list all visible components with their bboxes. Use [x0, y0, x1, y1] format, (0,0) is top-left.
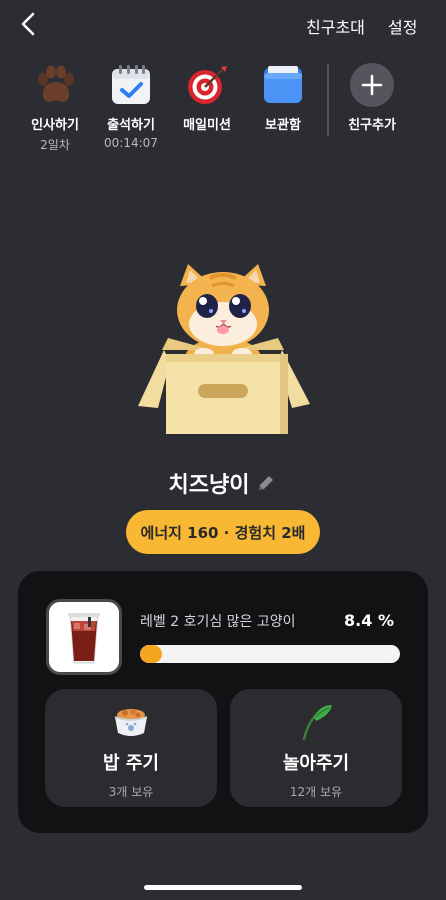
play-count: 12개 보유: [289, 785, 343, 799]
food-bowl-icon: [111, 701, 151, 741]
plus-icon: [350, 63, 394, 107]
quick-action-label: 인사하기: [31, 118, 79, 133]
cat-in-box-illustration[interactable]: [132, 258, 312, 443]
divider: [327, 64, 329, 136]
iced-tea-icon: [68, 613, 100, 664]
pet-name: 치즈냥이: [168, 473, 250, 498]
quick-action-storage[interactable]: 보관함: [248, 62, 318, 133]
settings-link[interactable]: 설정: [388, 14, 417, 38]
quick-action-label: 매일미션: [183, 118, 231, 133]
play-button[interactable]: 놀아주기 12개 보유: [230, 689, 402, 807]
pet-care-panel: 레벨 2 호기심 많은 고양이 8.4 % 밥 주기 3개 보유 놀아주기 12…: [18, 571, 428, 833]
level-description: 레벨 2 호기심 많은 고양이: [140, 614, 296, 630]
pencil-icon: [259, 476, 274, 490]
top-bar: 친구초대 설정: [0, 0, 446, 50]
quick-action-greet[interactable]: 인사하기 2일차: [20, 62, 90, 153]
pet-name-row: 치즈냥이: [0, 467, 446, 499]
folder-icon: [260, 62, 306, 108]
feed-button[interactable]: 밥 주기 3개 보유: [45, 689, 217, 807]
quick-action-sub: 00:14:07: [104, 136, 158, 150]
quick-action-add-friend[interactable]: 친구추가: [337, 62, 407, 133]
chevron-left-icon: [21, 12, 35, 36]
play-label: 놀아주기: [282, 753, 350, 774]
quick-actions-row: 인사하기 2일차 출석하기 00:14:07 매일미션 보관함 친구추가: [0, 62, 446, 162]
back-button[interactable]: [14, 10, 42, 38]
quick-action-attendance[interactable]: 출석하기 00:14:07: [96, 62, 166, 150]
feed-count: 3개 보유: [108, 785, 154, 799]
calendar-check-icon: [108, 62, 154, 108]
level-progress-bar: [140, 645, 400, 663]
level-progress-fill: [140, 645, 162, 663]
home-indicator: [144, 885, 302, 890]
quick-action-label: 보관함: [265, 118, 301, 133]
quick-action-label: 출석하기: [107, 118, 155, 133]
feather-toy-icon: [296, 701, 336, 741]
status-pill: 에너지 160 · 경험치 2배: [126, 510, 320, 554]
edit-name-button[interactable]: [255, 472, 277, 494]
quick-action-sub: 2일차: [40, 138, 70, 152]
invite-friends-link[interactable]: 친구초대: [306, 14, 365, 38]
quick-action-daily-mission[interactable]: 매일미션: [172, 62, 242, 133]
feed-label: 밥 주기: [103, 753, 159, 774]
iced-tea-thumbnail[interactable]: [46, 599, 122, 675]
paw-icon: [32, 62, 78, 108]
level-percent: 8.4 %: [344, 611, 394, 630]
quick-action-label: 친구추가: [348, 118, 396, 133]
target-icon: [184, 62, 230, 108]
